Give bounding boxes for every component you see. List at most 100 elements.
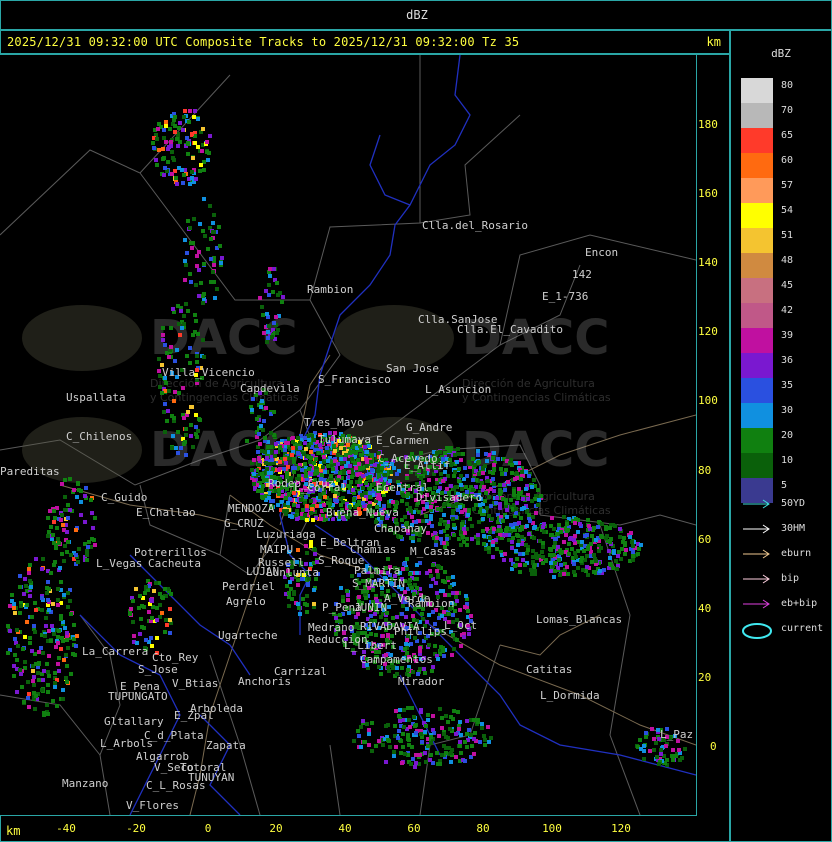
echo-pixel [406, 706, 410, 710]
radar-map[interactable]: DACC Dirección de Agricultura y Continge… [0, 55, 697, 816]
echo-pixel [258, 442, 262, 446]
echo-pixel [189, 280, 193, 284]
echo-pixel [74, 528, 78, 532]
echo-pixel [396, 736, 400, 740]
echo-pixel [349, 480, 353, 484]
echo-pixel [465, 745, 469, 749]
y-tick: 60 [698, 533, 712, 546]
echo-pixel [398, 708, 402, 712]
y-tick: 120 [698, 325, 718, 338]
echo-pixel [183, 278, 187, 282]
echo-pixel [163, 630, 167, 634]
echo-pixel [190, 132, 194, 136]
echo-pixel [287, 492, 291, 496]
echo-pixel [492, 463, 496, 467]
echo-pixel [164, 381, 168, 385]
echo-pixel [194, 177, 198, 181]
echo-pixel [46, 670, 50, 674]
scale-label: 45 [781, 280, 794, 291]
echo-pixel [411, 757, 415, 761]
echo-pixel [573, 551, 577, 555]
echo-pixel [485, 527, 489, 531]
echo-pixel [162, 410, 166, 414]
echo-pixel [614, 559, 618, 563]
echo-pixel [553, 561, 557, 565]
echo-pixel [155, 137, 159, 141]
echo-pixel [642, 744, 646, 748]
echo-pixel [195, 254, 199, 258]
echo-pixel [339, 446, 343, 450]
echo-pixel [548, 553, 552, 557]
y-tick: 140 [698, 256, 718, 269]
echo-pixel [46, 690, 50, 694]
echo-pixel [61, 697, 65, 701]
echo-pixel [419, 476, 423, 480]
echo-pixel [370, 721, 374, 725]
echo-pixel [350, 475, 354, 479]
echo-pixel [201, 127, 205, 131]
echo-pixel [220, 256, 224, 260]
echo-pixel [291, 440, 295, 444]
scale-swatch [741, 328, 773, 353]
echo-pixel [252, 482, 256, 486]
echo-pixel [79, 513, 83, 517]
scale-swatch [741, 178, 773, 203]
echo-pixel [534, 511, 538, 515]
echo-pixel [457, 727, 461, 731]
place-label: E_Challao [136, 506, 196, 519]
echo-pixel [398, 719, 402, 723]
echo-pixel [201, 229, 205, 233]
echo-pixel [52, 509, 56, 513]
echo-pixel [582, 549, 586, 553]
echo-pixel [624, 548, 628, 552]
echo-pixel [181, 128, 185, 132]
echo-pixel [492, 489, 496, 493]
echo-pixel [53, 516, 57, 520]
echo-pixel [157, 369, 161, 373]
echo-pixel [480, 481, 484, 485]
echo-pixel [650, 727, 654, 731]
echo-pixel [32, 624, 36, 628]
echo-pixel [529, 568, 533, 572]
echo-pixel [451, 575, 455, 579]
echo-pixel [608, 556, 612, 560]
echo-pixel [514, 461, 518, 465]
echo-pixel [448, 585, 452, 589]
echo-pixel [49, 525, 53, 529]
echo-pixel [403, 752, 407, 756]
echo-pixel [363, 491, 367, 495]
echo-pixel [61, 523, 65, 527]
echo-pixel [438, 707, 442, 711]
echo-pixel [21, 647, 25, 651]
echo-pixel [463, 740, 467, 744]
echo-pixel [463, 531, 467, 535]
echo-pixel [515, 501, 519, 505]
echo-pixel [497, 528, 501, 532]
echo-pixel [34, 608, 38, 612]
echo-pixel [476, 537, 480, 541]
echo-pixel [562, 515, 566, 519]
echo-pixel [523, 563, 527, 567]
echo-pixel [455, 638, 459, 642]
echo-pixel [357, 734, 361, 738]
place-label: L_Dormida [540, 689, 600, 702]
echo-pixel [469, 614, 473, 618]
echo-pixel [209, 257, 213, 261]
echo-pixel [549, 533, 553, 537]
echo-pixel [297, 606, 301, 610]
echo-pixel [250, 468, 254, 472]
echo-pixel [415, 577, 419, 581]
echo-pixel [451, 613, 455, 617]
echo-pixel [206, 247, 210, 251]
x-tick: 20 [269, 822, 283, 835]
echo-pixel [498, 502, 502, 506]
echo-pixel [186, 142, 190, 146]
echo-pixel [565, 522, 569, 526]
echo-pixel [367, 728, 371, 732]
echo-pixel [422, 667, 426, 671]
scale-label: 65 [781, 130, 794, 141]
echo-pixel [49, 571, 53, 575]
echo-pixel [167, 389, 171, 393]
echo-pixel [292, 592, 296, 596]
echo-pixel [66, 516, 70, 520]
